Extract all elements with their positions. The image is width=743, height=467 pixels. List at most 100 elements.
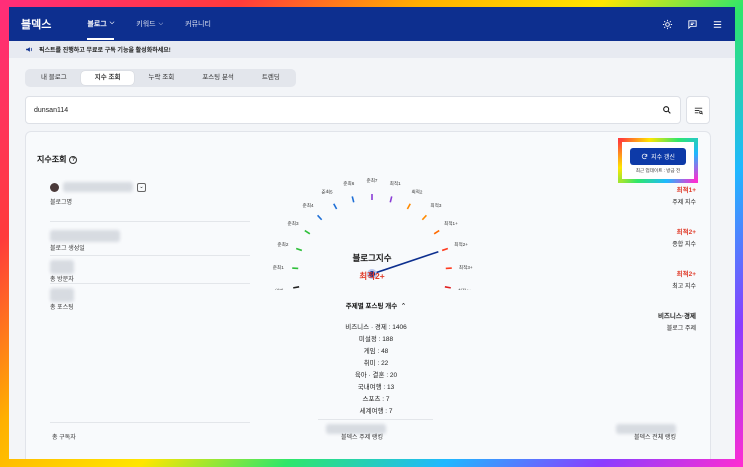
chevron-down-icon[interactable]: ⌄ bbox=[137, 182, 146, 192]
blog-info-column: ⌄ 블로그명 블로그 생성일 총 방문자 총 포스팅 bbox=[50, 182, 250, 312]
card-title: 지수조회 ? bbox=[37, 154, 78, 165]
chevron-down-icon: ⌵ bbox=[158, 20, 164, 27]
divider bbox=[318, 419, 433, 420]
refresh-label: 지수 갱신 bbox=[651, 154, 675, 161]
gauge-tick bbox=[333, 203, 338, 210]
gauge-tick bbox=[421, 214, 428, 221]
refresh-index-button[interactable]: 지수 갱신 bbox=[630, 147, 686, 165]
gauge-label: 최적3 bbox=[430, 202, 441, 209]
index-card: 지수조회 ? 지수 갱신 최근 업데이트 : 방금 전 ⌄ 블로그명 블로그 생… bbox=[25, 131, 711, 459]
chat-icon[interactable] bbox=[687, 19, 698, 30]
search-input[interactable]: dunsan114 bbox=[25, 96, 681, 124]
blurred-blog-name bbox=[63, 182, 133, 192]
topic-index-value: 최적1+ bbox=[676, 187, 696, 194]
topic-header[interactable]: 주제별 포스팅 개수 ⌃ bbox=[321, 300, 431, 310]
gauge-label: 최적2+ bbox=[454, 241, 468, 248]
gauge-label: 준최4 bbox=[303, 202, 314, 209]
gauge-tick bbox=[351, 196, 355, 203]
nav-blog-label: 블로그 bbox=[87, 20, 107, 28]
nav-keyword[interactable]: 키워드 ⌵ bbox=[136, 19, 163, 29]
gauge-title: 블로그지수 bbox=[352, 253, 392, 263]
tab-missing-lookup[interactable]: 누락 조회 bbox=[134, 71, 188, 85]
topic-header-text: 주제별 포스팅 개수 bbox=[345, 303, 398, 310]
avatar bbox=[50, 182, 59, 192]
help-icon[interactable]: ? bbox=[69, 155, 78, 164]
topic-post-counts: 주제별 포스팅 개수 ⌃ 비즈니스 · 경제 : 1406 미설정 : 188 게임… bbox=[321, 300, 431, 418]
refresh-icon bbox=[641, 153, 648, 159]
gauge-tick bbox=[441, 247, 449, 252]
blog-name-row: ⌄ 블로그명 bbox=[50, 182, 250, 222]
app-frame: 블덱스 블로그 ⌵ 키워드 ⌵ 커뮤니티 픽스트를 진행하고 무료로 구독 기능… bbox=[9, 7, 735, 459]
brand-logo[interactable]: 블덱스 bbox=[21, 16, 51, 32]
search-icon[interactable] bbox=[662, 105, 672, 115]
blog-name-label: 블로그명 bbox=[50, 200, 73, 206]
divider bbox=[50, 422, 250, 423]
topic-item: 취미 : 22 bbox=[363, 360, 389, 367]
nav-community-label: 커뮤니티 bbox=[185, 21, 211, 28]
chevron-down-icon: ⌵ bbox=[109, 20, 115, 26]
gauge-label: 준최7 bbox=[366, 177, 377, 184]
nav-blog[interactable]: 블로그 ⌵ bbox=[87, 9, 115, 40]
gauge-label: 준최5 bbox=[322, 188, 333, 195]
search-value: dunsan114 bbox=[34, 106, 69, 114]
gauge-label: 최적4+ bbox=[458, 287, 472, 290]
theme-toggle-sun-icon[interactable] bbox=[662, 19, 673, 30]
topic-rank-label: 블덱스 주제 랭킹 bbox=[341, 435, 383, 441]
nav-keyword-label: 키워드 bbox=[136, 21, 156, 28]
blurred-visitors bbox=[50, 260, 74, 274]
visitors-label: 총 방문자 bbox=[50, 277, 74, 283]
chevron-up-icon: ⌃ bbox=[399, 303, 407, 310]
posts-row: 총 포스팅 bbox=[50, 284, 250, 312]
gauge-tick bbox=[433, 229, 440, 235]
overall-index-stat: 최적2+ 종합 지수 bbox=[658, 226, 696, 248]
tab-trending[interactable]: 트렌딩 bbox=[248, 71, 294, 85]
gauge-label: 최적2 bbox=[411, 188, 422, 195]
topic-item: 미설정 : 188 bbox=[358, 336, 394, 343]
gauge-value: 최적2+ bbox=[359, 271, 385, 281]
highest-index-stat: 최적2+ 최고 지수 bbox=[658, 268, 696, 290]
notice-text: 픽스트를 진행하고 무료로 구독 기능을 활성화하세요! bbox=[39, 48, 171, 54]
blog-created-label: 블로그 생성일 bbox=[50, 246, 85, 252]
tab-posting-analysis[interactable]: 포스팅 분석 bbox=[188, 71, 248, 85]
gauge-label: 최적1 bbox=[390, 180, 401, 187]
gauge-tick bbox=[304, 229, 311, 235]
filter-button[interactable] bbox=[686, 96, 710, 124]
gauge-label: 준최3 bbox=[288, 220, 299, 227]
topic-item: 게임 : 48 bbox=[363, 348, 389, 355]
gauge-tick bbox=[293, 286, 300, 289]
gauge-label: 최적1+ bbox=[444, 220, 458, 227]
gauge-tick bbox=[295, 247, 303, 252]
tab-index-lookup[interactable]: 지수 조회 bbox=[80, 71, 135, 85]
topic-index-label: 주제 지수 bbox=[672, 200, 696, 206]
visitors-row: 총 방문자 bbox=[50, 256, 250, 284]
blurred-created bbox=[50, 230, 120, 242]
blog-index-gauge: 일반준최1준최2준최3준최4준최5준최6준최7최적1최적2최적3최적1+최적2+… bbox=[262, 170, 482, 294]
tab-my-blog[interactable]: 내 블로그 bbox=[27, 71, 81, 85]
blog-topic-label: 블로그 주제 bbox=[666, 326, 696, 332]
topic-item: 비즈니스 · 경제 : 1406 bbox=[345, 324, 407, 331]
notice-banner[interactable]: 픽스트를 진행하고 무료로 구독 기능을 활성화하세요! bbox=[9, 41, 735, 58]
highest-index-value: 최적2+ bbox=[676, 271, 696, 278]
posts-label: 총 포스팅 bbox=[50, 305, 74, 311]
last-updated: 최근 업데이트 : 방금 전 bbox=[635, 167, 681, 173]
tab-bar: 내 블로그 지수 조회 누락 조회 포스팅 분석 트렌딩 bbox=[25, 69, 296, 87]
refresh-panel: 지수 갱신 최근 업데이트 : 방금 전 bbox=[618, 138, 698, 183]
blurred-posts bbox=[50, 288, 74, 302]
overall-index-value: 최적2+ bbox=[676, 229, 696, 236]
index-stats-column: 최적1+ 주제 지수 최적2+ 종합 지수 최적2+ 최고 지수 비즈니스·경제… bbox=[658, 184, 696, 352]
topic-list: 비즈니스 · 경제 : 1406 미설정 : 188 게임 : 48 취미 : 22 육… bbox=[321, 322, 431, 418]
gauge-tick bbox=[406, 203, 411, 210]
menu-icon[interactable] bbox=[712, 19, 723, 30]
highest-index-label: 최고 지수 bbox=[672, 284, 696, 290]
topic-item: 세계여행 : 7 bbox=[359, 408, 393, 415]
overall-rank-label: 블덱스 전체 랭킹 bbox=[634, 435, 676, 441]
top-navbar: 블덱스 블로그 ⌵ 키워드 ⌵ 커뮤니티 bbox=[9, 7, 735, 41]
card-title-text: 지수조회 bbox=[37, 155, 67, 164]
main-nav: 블로그 ⌵ 키워드 ⌵ 커뮤니티 bbox=[87, 9, 211, 40]
overall-index-label: 종합 지수 bbox=[672, 242, 696, 248]
topic-item: 스포츠 : 7 bbox=[362, 396, 390, 403]
list-filter-icon bbox=[694, 107, 703, 114]
gauge-tick bbox=[389, 196, 393, 203]
nav-community[interactable]: 커뮤니티 bbox=[185, 19, 211, 29]
topic-index-stat: 최적1+ 주제 지수 bbox=[658, 184, 696, 206]
